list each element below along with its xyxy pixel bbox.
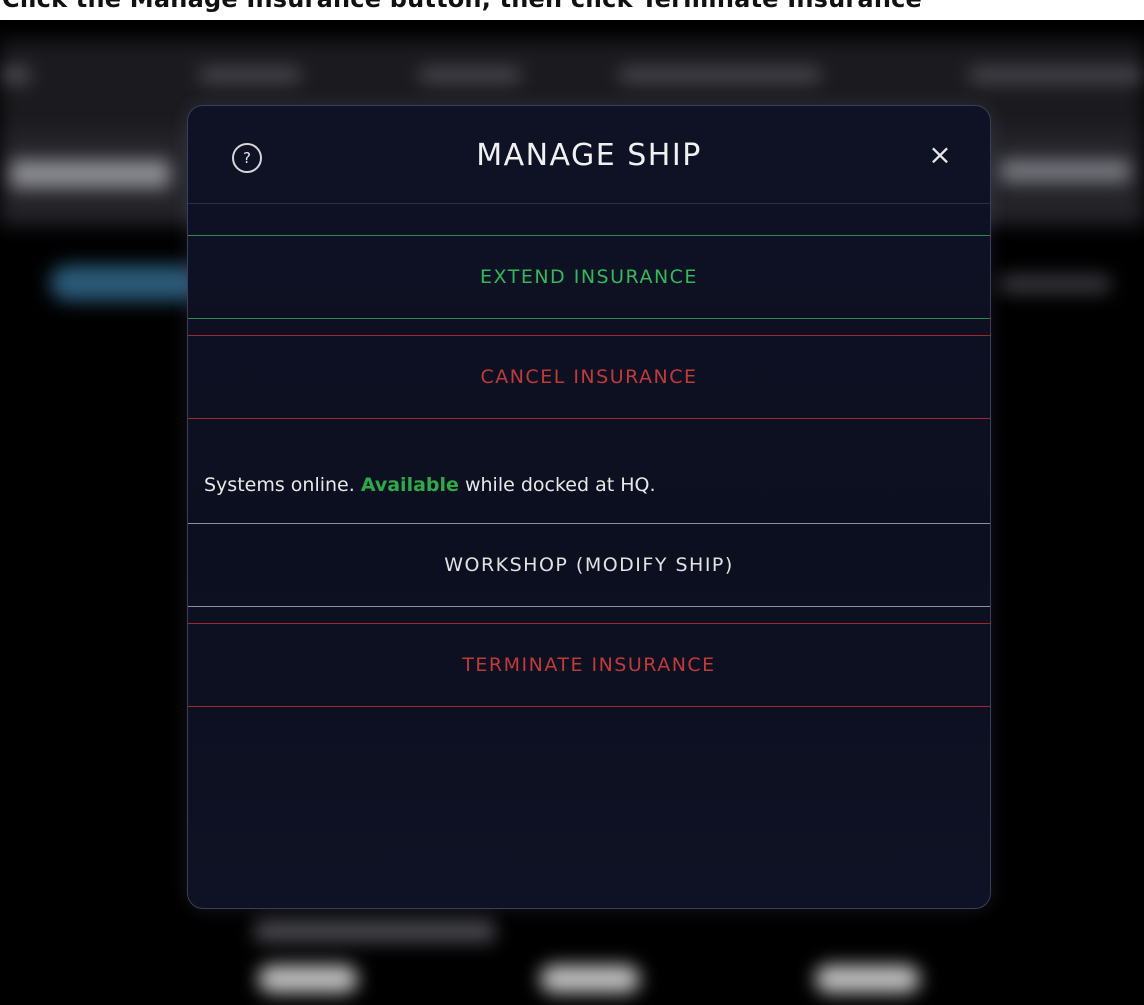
manage-ship-modal: ? MANAGE SHIP × EXTEND INSURANCE CANCEL … — [187, 105, 991, 909]
status-available: Available — [360, 474, 459, 496]
extend-insurance-button[interactable]: EXTEND INSURANCE — [188, 235, 990, 319]
background-nav-item — [420, 68, 520, 82]
workshop-button[interactable]: WORKSHOP (MODIFY SHIP) — [188, 523, 990, 607]
background-row-text — [1000, 275, 1110, 293]
background-pill-button — [258, 965, 358, 993]
background-nav-item — [200, 68, 300, 82]
background-row-text — [10, 160, 170, 188]
background-pill-button — [815, 965, 920, 993]
terminate-insurance-button[interactable]: TERMINATE INSURANCE — [188, 623, 990, 707]
background-pill-button — [540, 965, 640, 993]
instruction-banner: Click the Manage Insurance button, then … — [0, 0, 1144, 20]
instruction-text: Click the Manage Insurance button, then … — [2, 0, 922, 14]
background-label — [255, 920, 495, 942]
background-row-text — [1000, 160, 1130, 182]
background-blue-button — [50, 265, 200, 301]
modal-header: ? MANAGE SHIP × — [188, 106, 990, 204]
status-suffix: while docked at HQ. — [458, 474, 656, 496]
status-message: Systems online. Available while docked a… — [204, 470, 984, 500]
modal-title: MANAGE SHIP — [476, 138, 702, 173]
cancel-insurance-button[interactable]: CANCEL INSURANCE — [188, 335, 990, 419]
background-nav-item — [620, 68, 820, 82]
status-prefix: Systems online. — [204, 474, 361, 496]
background-nav-item — [970, 68, 1144, 82]
close-icon[interactable]: × — [922, 137, 958, 173]
background-nav-item — [0, 68, 30, 82]
